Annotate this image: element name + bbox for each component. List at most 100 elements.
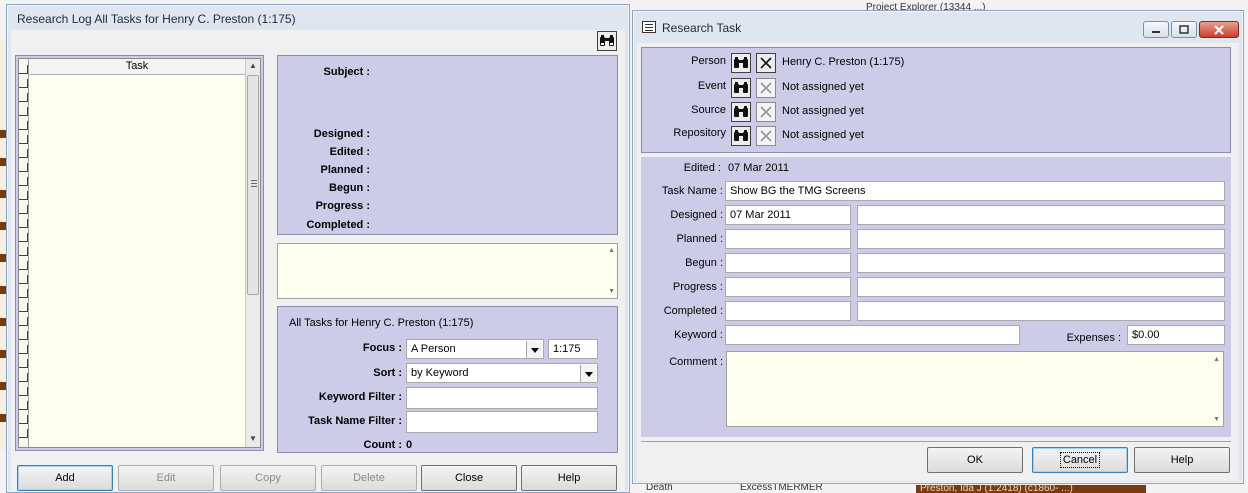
button-divider [641, 441, 1231, 442]
research-log-title: Research Log All Tasks for Henry C. Pres… [17, 12, 296, 26]
source-label: Source [691, 104, 726, 116]
task-list-scrollbar[interactable]: ▲ ▼ [245, 59, 260, 447]
research-task-body: Person Henry C. Preston (1:175) Event No… [637, 43, 1239, 481]
x-clear-icon [760, 57, 772, 69]
keyword-filter-label: Keyword Filter : [318, 391, 402, 403]
focus-select[interactable]: A Person [406, 339, 544, 359]
background-selected-row: Preston, Ida J (1:2418) (c1860- ...) [916, 485, 1146, 493]
close-button[interactable]: Close [421, 465, 517, 491]
comment-scroll-down-icon[interactable]: ▼ [1213, 416, 1220, 423]
task-list[interactable]: Task ▲ ▼ [18, 58, 261, 448]
x-clear-icon [760, 130, 772, 142]
clear-person-button[interactable] [756, 53, 776, 73]
begun-note-input[interactable] [857, 253, 1225, 273]
cancel-button[interactable]: Cancel [1032, 447, 1128, 473]
find-event-button[interactable] [731, 78, 751, 98]
clear-source-button[interactable] [756, 102, 776, 122]
planned-note-input[interactable] [857, 229, 1225, 249]
expenses-input[interactable]: $0.00 [1127, 325, 1225, 345]
x-clear-icon [760, 82, 772, 94]
task-list-frame: Task ▲ ▼ [15, 55, 264, 451]
completed-note-input[interactable] [857, 301, 1225, 321]
binoculars-icon [734, 57, 748, 68]
binoculars-icon [734, 106, 748, 117]
copy-button[interactable]: Copy [220, 465, 316, 491]
edited-label: Edited : [683, 162, 721, 174]
maximize-icon [1179, 25, 1189, 34]
scroll-up-icon[interactable]: ▲ [249, 61, 257, 70]
designed-date-input[interactable]: 07 Mar 2011 [725, 205, 851, 225]
comment-textarea[interactable]: ▲ ▼ [726, 351, 1224, 427]
task-column-header[interactable]: Task [29, 59, 245, 75]
find-person-button[interactable] [731, 53, 751, 73]
task-name-filter-label: Task Name Filter : [308, 415, 402, 427]
expenses-label: Expenses : [1066, 332, 1121, 344]
task-name-filter-input[interactable] [406, 411, 598, 433]
repository-value: Not assigned yet [782, 129, 864, 141]
completed-date-input[interactable] [725, 301, 851, 321]
find-button[interactable] [597, 31, 617, 51]
research-log-body: Task ▲ ▼ Subject: Designed: Edited: P… [11, 30, 625, 492]
row-selector-column [19, 59, 29, 447]
task-name-label: Task Name : [661, 185, 723, 197]
task-name-input[interactable]: Show BG the TMG Screens [725, 181, 1225, 201]
keyword-input[interactable] [725, 325, 1020, 345]
designed-label: Designed : [670, 209, 723, 221]
delete-button[interactable]: Delete [321, 465, 417, 491]
clear-repository-button[interactable] [756, 126, 776, 146]
keyword-filter-input[interactable] [406, 387, 598, 409]
begun-label: Begun : [685, 257, 723, 269]
scroll-down-icon[interactable]: ▼ [249, 434, 257, 443]
add-button[interactable]: Add [17, 465, 113, 491]
chevron-down-icon[interactable] [580, 365, 596, 382]
edited-label: Edited : [329, 146, 370, 158]
scroll-thumb[interactable] [247, 75, 259, 295]
designed-note-input[interactable] [857, 205, 1225, 225]
focus-id-field[interactable]: 1:175 [548, 339, 598, 359]
event-label: Event [697, 80, 726, 92]
task-details-panel: Subject : Designed : Edited : Planned : … [277, 55, 618, 235]
research-task-title: Research Task [662, 21, 742, 35]
window-close-button[interactable] [1199, 21, 1239, 38]
comment-label: Comment : [669, 356, 723, 368]
research-log-window: Research Log All Tasks for Henry C. Pres… [6, 4, 630, 493]
binoculars-icon [734, 82, 748, 93]
chevron-down-icon[interactable] [526, 341, 542, 358]
link-panel: Person Henry C. Preston (1:175) Event No… [641, 47, 1231, 153]
focus-label: Focus : [362, 342, 402, 354]
comment-scroll-down-icon[interactable]: ▼ [608, 288, 615, 295]
find-repository-button[interactable] [731, 126, 751, 146]
minimize-button[interactable] [1143, 21, 1169, 38]
task-help-button[interactable]: Help [1134, 447, 1230, 473]
comment-scroll-up-icon[interactable]: ▲ [608, 247, 615, 254]
sort-select-value: by Keyword [411, 367, 469, 379]
completed-label: Completed : [306, 219, 370, 231]
edited-value: 07 Mar 2011 [728, 162, 789, 174]
person-value: Henry C. Preston (1:175) [782, 56, 905, 68]
progress-note-input[interactable] [857, 277, 1225, 297]
close-icon [1214, 24, 1224, 35]
filter-panel: All Tasks for Henry C. Preston (1:175) F… [277, 306, 618, 453]
maximize-button[interactable] [1171, 21, 1197, 38]
event-value: Not assigned yet [782, 81, 864, 93]
binoculars-icon [734, 130, 748, 141]
x-clear-icon [760, 106, 772, 118]
begun-date-input[interactable] [725, 253, 851, 273]
clear-event-button[interactable] [756, 78, 776, 98]
progress-date-input[interactable] [725, 277, 851, 297]
cancel-button-label: Cancel [1059, 452, 1101, 468]
count-label: Count : [363, 439, 402, 451]
find-source-button[interactable] [731, 102, 751, 122]
planned-date-input[interactable] [725, 229, 851, 249]
help-button[interactable]: Help [521, 465, 617, 491]
subject-label: Subject : [323, 66, 370, 78]
repository-label: Repository [673, 127, 726, 139]
sort-label: Sort : [373, 367, 402, 379]
filter-heading: All Tasks for Henry C. Preston (1:175) [289, 317, 474, 329]
progress-label: Progress : [672, 281, 723, 293]
sort-select[interactable]: by Keyword [406, 363, 598, 383]
ok-button[interactable]: OK [927, 447, 1023, 473]
comment-scroll-up-icon[interactable]: ▲ [1213, 356, 1220, 363]
edit-button[interactable]: Edit [118, 465, 214, 491]
task-comment-preview[interactable]: ▲ ▼ [277, 243, 618, 299]
